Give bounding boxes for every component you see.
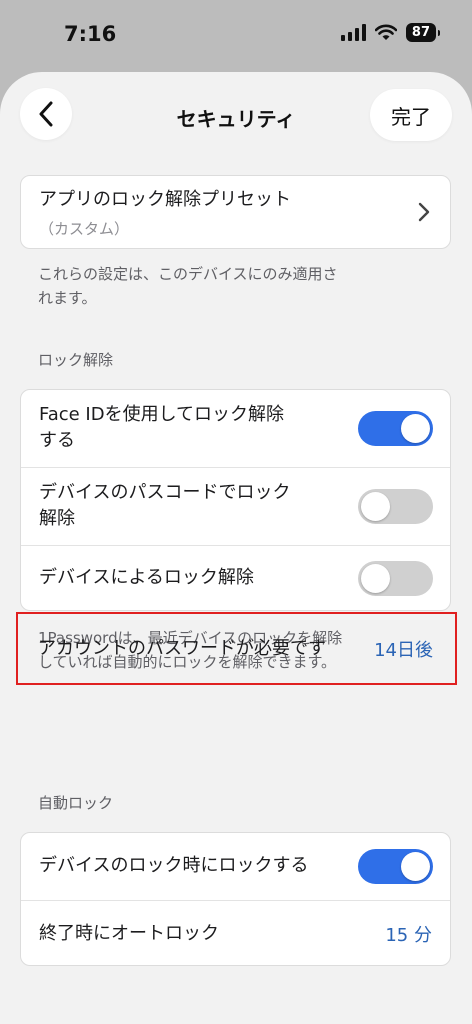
autolock-card: デバイスのロック時にロックする 終了時にオートロック 15 分	[20, 832, 451, 966]
toggle-knob	[401, 852, 430, 881]
require-password-value: 14日後	[374, 640, 433, 661]
require-password-row[interactable]: アカウントのパスワードが必要です 14日後	[16, 612, 457, 685]
passcode-toggle[interactable]	[358, 489, 433, 524]
device-unlock-row: デバイスによるロック解除	[21, 545, 450, 610]
lock-on-device-lock-label: デバイスのロック時にロックする	[39, 855, 309, 876]
faceid-row: Face IDを使用してロック解除 する	[21, 390, 450, 467]
status-icons: 87	[340, 23, 441, 42]
status-time: 7:16	[64, 22, 117, 46]
faceid-toggle[interactable]	[358, 411, 433, 446]
battery-icon: 87	[405, 23, 441, 42]
wifi-icon	[374, 24, 397, 40]
device-note: これらの設定は、このデバイスにのみ適用さ れます。	[38, 265, 338, 307]
autolock-on-exit-row[interactable]: 終了時にオートロック 15 分	[21, 900, 450, 965]
lock-on-device-lock-toggle[interactable]	[358, 849, 433, 884]
preset-label: アプリのロック解除プリセット	[39, 189, 291, 210]
toggle-knob	[361, 564, 390, 593]
faceid-label: Face IDを使用してロック解除 する	[39, 404, 285, 451]
unlock-section-header: ロック解除	[38, 351, 114, 369]
toggle-knob	[361, 492, 390, 521]
toggle-knob	[401, 414, 430, 443]
require-password-label: アカウントのパスワードが必要です	[38, 638, 326, 659]
unlock-card: Face IDを使用してロック解除 する デバイスのパスコードでロック 解除 デ…	[20, 389, 451, 611]
device-unlock-toggle[interactable]	[358, 561, 433, 596]
passcode-row: デバイスのパスコードでロック 解除	[21, 467, 450, 545]
unlock-preset-card[interactable]: アプリのロック解除プリセット （カスタム）	[20, 175, 451, 249]
chevron-right-icon	[418, 202, 430, 222]
autolock-on-exit-value: 15 分	[385, 925, 432, 946]
lock-on-device-lock-row: デバイスのロック時にロックする	[21, 833, 450, 900]
autolock-section-header: 自動ロック	[38, 794, 114, 812]
done-button[interactable]: 完了	[370, 89, 452, 141]
cellular-signal-icon	[340, 24, 366, 41]
passcode-label: デバイスのパスコードでロック 解除	[39, 482, 291, 529]
status-bar: 7:16 87	[0, 0, 472, 70]
device-unlock-label: デバイスによるロック解除	[39, 567, 254, 588]
preset-sub: （カスタム）	[39, 220, 130, 238]
autolock-on-exit-label: 終了時にオートロック	[39, 923, 219, 944]
